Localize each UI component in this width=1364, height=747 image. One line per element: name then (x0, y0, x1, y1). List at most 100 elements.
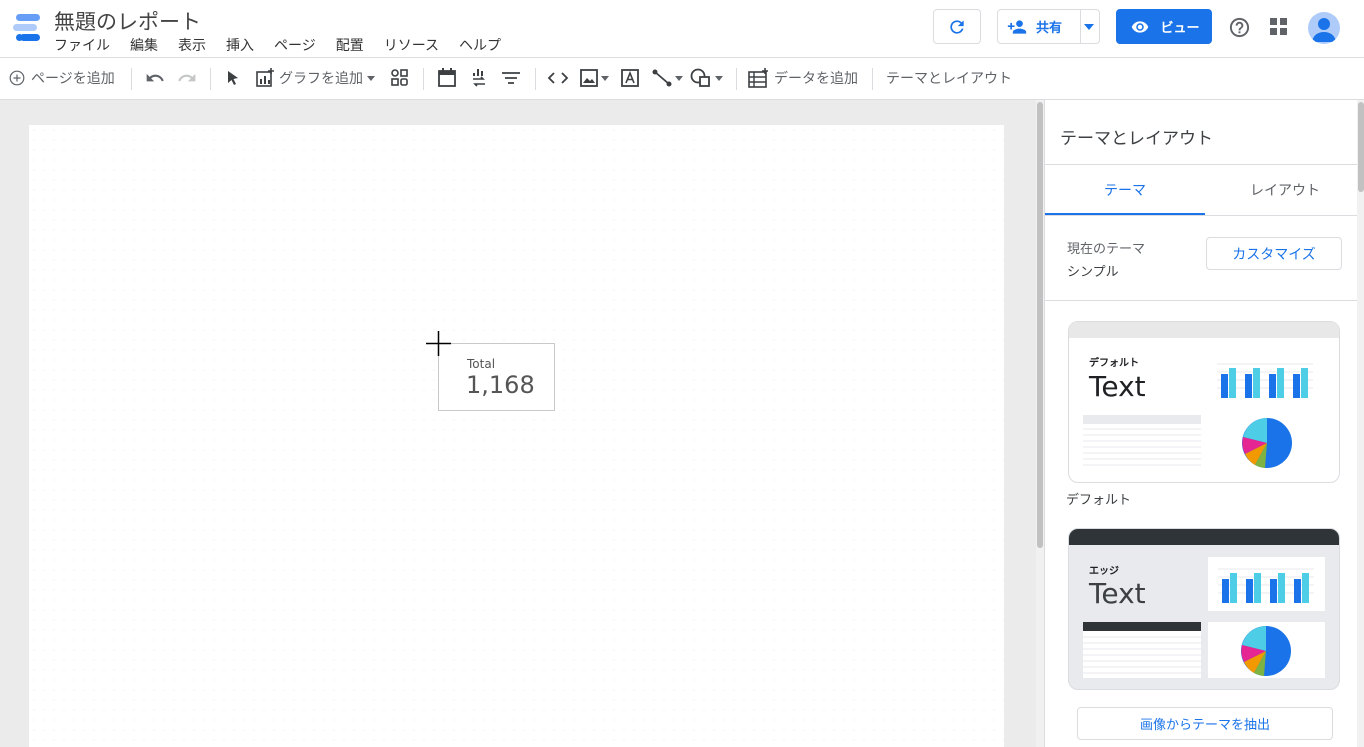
menu-insert[interactable]: 挿入 (226, 35, 254, 55)
undo-icon (146, 73, 164, 82)
editor-toolbar: ページを追加 グラフを追加 データを追加 テーマとレイアウト (0, 58, 1364, 100)
card-header-bar (1069, 529, 1339, 545)
line-icon (652, 69, 672, 87)
redo-icon (178, 73, 196, 82)
filter-control-button[interactable] (501, 58, 521, 98)
undo-button[interactable] (145, 58, 165, 98)
embed-url-button[interactable] (547, 58, 569, 98)
add-chart-button[interactable]: グラフを追加 (255, 58, 375, 98)
chevron-down-icon (601, 75, 609, 81)
toolbar-divider (535, 68, 536, 90)
customize-button[interactable]: カスタマイズ (1206, 237, 1342, 270)
add-data-button[interactable]: データを追加 (748, 58, 858, 98)
theme-preview-table (1083, 415, 1201, 466)
image-icon (580, 69, 598, 87)
scorecard-chart[interactable]: Total 1,168 (438, 343, 555, 411)
image-button[interactable] (580, 58, 609, 98)
menu-view[interactable]: 表示 (178, 35, 206, 55)
theme-preview-table (1083, 622, 1201, 678)
add-page-label: ページを追加 (31, 71, 115, 87)
add-data-label: データを追加 (774, 71, 858, 87)
theme-layout-button[interactable]: テーマとレイアウト (886, 58, 1012, 98)
theme-card-name: エッジ (1089, 566, 1119, 577)
share-label: 共有 (1036, 21, 1063, 36)
community-viz-button[interactable] (390, 58, 410, 98)
menu-file[interactable]: ファイル (54, 35, 110, 55)
current-theme-value: シンプル (1067, 265, 1119, 280)
select-tool-button[interactable] (226, 58, 240, 98)
card-header-bar (1069, 322, 1339, 338)
redo-button[interactable] (177, 58, 197, 98)
toolbar-divider (131, 68, 132, 90)
data-control-icon (473, 69, 485, 87)
select-icon (228, 71, 238, 85)
canvas-scrollbar-thumb[interactable] (1037, 102, 1043, 548)
community-viz-icon (391, 69, 408, 86)
text-icon (621, 69, 639, 87)
canvas-scrollbar[interactable] (1036, 100, 1044, 747)
add-data-icon (748, 68, 768, 88)
menu-arrange[interactable]: 配置 (336, 35, 364, 55)
data-studio-logo-icon[interactable] (10, 12, 42, 44)
crosshair-cursor-icon (426, 331, 451, 356)
apps-grid-icon[interactable] (1270, 18, 1288, 36)
theme-card-default[interactable]: デフォルト Text (1068, 321, 1340, 483)
embed-url-icon (547, 72, 569, 84)
date-range-button[interactable] (438, 58, 456, 98)
add-chart-icon (256, 68, 274, 87)
view-label: ビュー (1160, 21, 1200, 36)
menu-resource[interactable]: リソース (384, 35, 439, 55)
chevron-down-icon (715, 75, 723, 81)
data-control-button[interactable] (471, 58, 487, 98)
share-split-divider (1080, 10, 1081, 43)
refresh-data-button[interactable] (933, 9, 981, 44)
tab-theme[interactable]: テーマ (1045, 165, 1205, 215)
panel-scrollbar[interactable] (1357, 100, 1364, 747)
tab-layout[interactable]: レイアウト (1205, 165, 1364, 215)
theme-sample-text: Text (1089, 370, 1146, 403)
add-person-icon (1007, 19, 1027, 34)
divider (1045, 300, 1357, 301)
divider (1045, 215, 1357, 216)
chevron-down-icon (675, 75, 683, 81)
menu-edit[interactable]: 編集 (130, 35, 158, 55)
panel-title: テーマとレイアウト (1060, 129, 1213, 149)
theme-sample-text: Text (1089, 577, 1146, 610)
toolbar-divider (872, 68, 873, 90)
share-dropdown-icon[interactable] (1084, 24, 1094, 30)
shape-icon (690, 68, 710, 87)
menu-help[interactable]: ヘルプ (459, 35, 501, 55)
theme-preview-pie-chart (1241, 626, 1291, 676)
toolbar-divider (210, 68, 211, 90)
report-title[interactable]: 無題のレポート (54, 6, 201, 36)
report-page[interactable]: Total 1,168 (29, 125, 1004, 747)
theme-preview-bar-panel (1208, 557, 1325, 611)
view-mode-button[interactable]: ビュー (1116, 9, 1212, 44)
extract-theme-from-image-button[interactable]: 画像からテーマを抽出 (1077, 707, 1333, 740)
theme-preview-pie-panel (1208, 622, 1325, 678)
add-page-icon (9, 70, 25, 86)
date-range-icon (438, 68, 456, 87)
share-button[interactable]: 共有 (997, 9, 1100, 44)
theme-name-default: デフォルト (1066, 493, 1132, 508)
scorecard-value: 1,168 (466, 371, 535, 399)
filter-control-icon (502, 72, 520, 84)
theme-preview-bar-chart (1218, 568, 1314, 603)
line-button[interactable] (652, 58, 683, 98)
refresh-icon (950, 19, 964, 34)
text-button[interactable] (621, 58, 639, 98)
add-chart-label: グラフを追加 (279, 71, 363, 87)
theme-layout-panel: テーマとレイアウト テーマ レイアウト 現在のテーマ シンプル カスタマイズ デ… (1044, 100, 1364, 747)
menu-page[interactable]: ページ (274, 35, 316, 55)
theme-preview-bar-chart (1217, 363, 1313, 398)
user-icon (1312, 18, 1336, 42)
help-icon[interactable] (1228, 16, 1251, 39)
add-page-button[interactable]: ページを追加 (9, 58, 115, 98)
toolbar-divider (736, 68, 737, 90)
theme-card-edge[interactable]: エッジ Text (1068, 528, 1340, 690)
shape-button[interactable] (690, 58, 723, 98)
panel-scrollbar-thumb[interactable] (1358, 102, 1364, 192)
theme-layout-label: テーマとレイアウト (886, 71, 1012, 87)
theme-card-name: デフォルト (1089, 358, 1139, 369)
account-avatar[interactable] (1308, 12, 1340, 44)
